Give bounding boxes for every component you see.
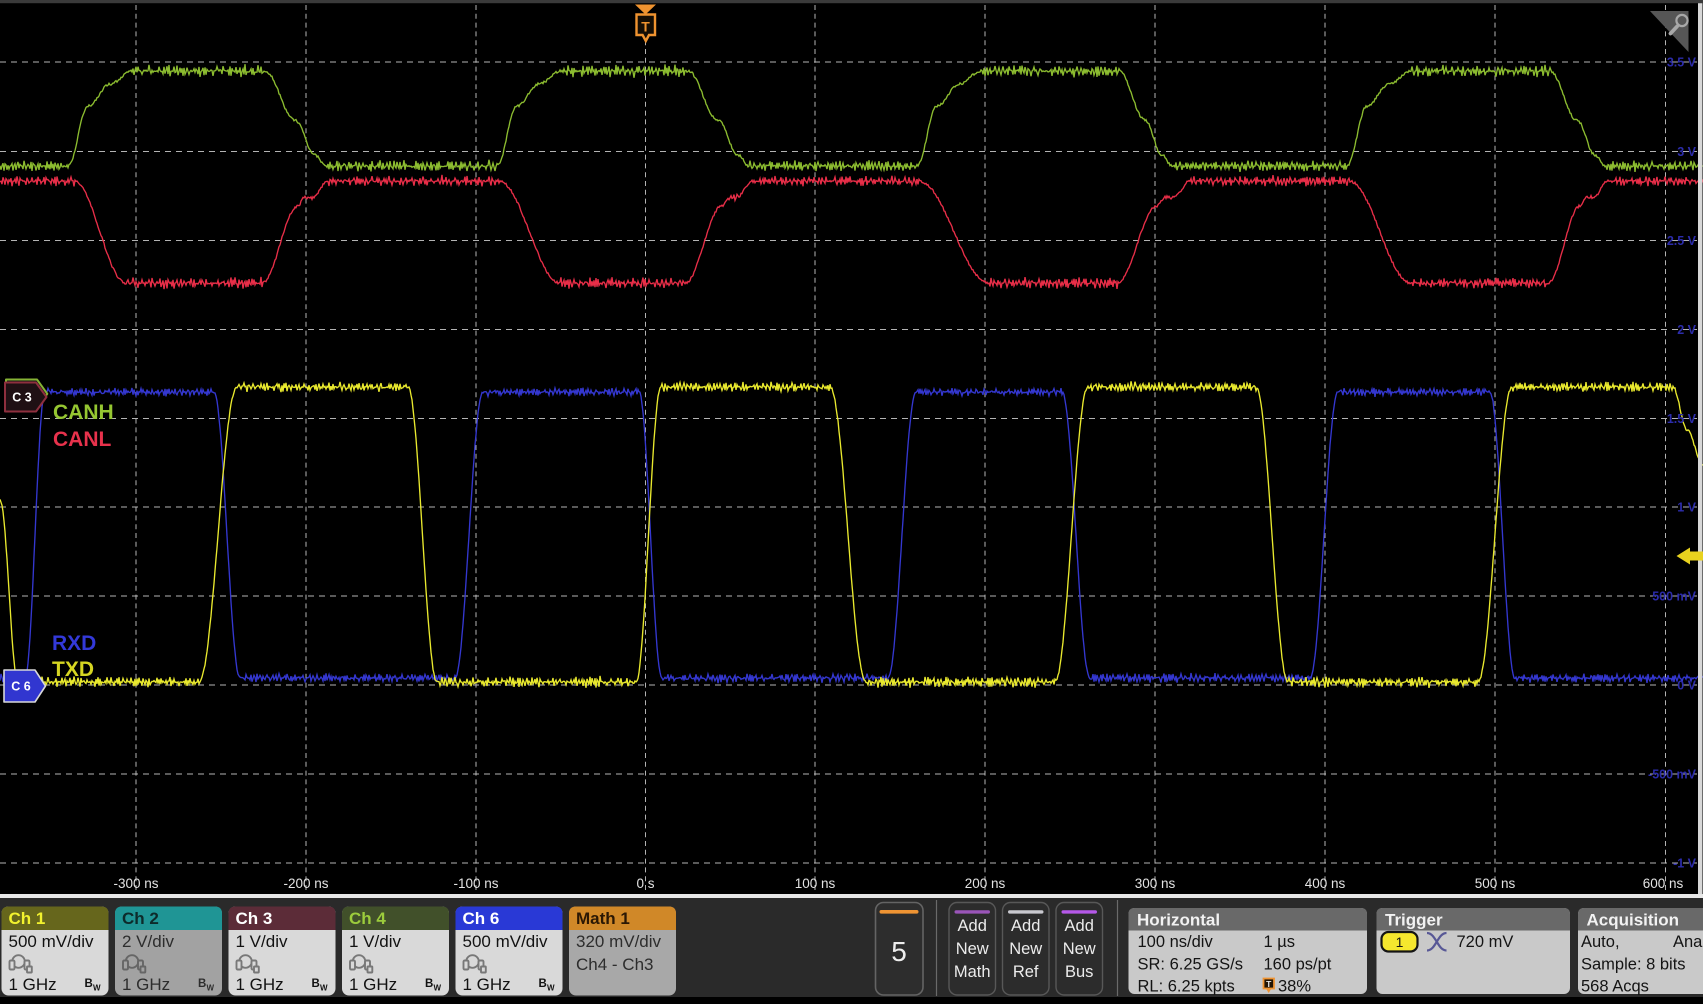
svg-text:600 ns: 600 ns <box>1643 876 1684 891</box>
svg-text:3 V: 3 V <box>1677 145 1696 159</box>
svg-text:Bus: Bus <box>1065 963 1093 981</box>
svg-text:-500 mV: -500 mV <box>1648 768 1697 782</box>
svg-text:Ch 2: Ch 2 <box>122 909 159 928</box>
svg-text:1.5 V: 1.5 V <box>1667 412 1697 426</box>
svg-text:TXD: TXD <box>52 658 94 681</box>
svg-text:1 V: 1 V <box>1677 501 1696 515</box>
svg-text:Ch 1: Ch 1 <box>9 909 46 928</box>
svg-text:Sample: 8 bits: Sample: 8 bits <box>1581 956 1686 974</box>
svg-text:T: T <box>641 19 650 35</box>
svg-text:RL: 6.25 kpts: RL: 6.25 kpts <box>1138 978 1235 996</box>
svg-text:W: W <box>547 984 555 993</box>
svg-text:500 mV: 500 mV <box>1652 590 1696 604</box>
svg-text:2 V/div: 2 V/div <box>122 932 174 951</box>
svg-text:B: B <box>312 978 320 990</box>
svg-text:W: W <box>93 984 101 993</box>
svg-text:100 ns/div: 100 ns/div <box>1138 933 1214 951</box>
svg-text:Ana: Ana <box>1673 933 1703 951</box>
svg-text:Add: Add <box>1011 917 1040 935</box>
svg-text:0 V: 0 V <box>1677 679 1696 693</box>
svg-text:320 mV/div: 320 mV/div <box>576 932 662 951</box>
svg-text:3.5 V: 3.5 V <box>1667 56 1697 70</box>
svg-text:W: W <box>207 984 215 993</box>
svg-text:2.5 V: 2.5 V <box>1667 234 1697 248</box>
svg-text:-100 ns: -100 ns <box>453 876 498 891</box>
svg-text:-300 ns: -300 ns <box>113 876 158 891</box>
svg-text:Trigger: Trigger <box>1385 911 1443 930</box>
svg-text:Ch 3: Ch 3 <box>236 909 273 928</box>
svg-text:W: W <box>320 984 328 993</box>
svg-text:Math 1: Math 1 <box>576 909 630 928</box>
svg-text:CANL: CANL <box>53 428 111 451</box>
svg-text:0 s: 0 s <box>636 876 654 891</box>
svg-text:B: B <box>539 978 547 990</box>
svg-text:New: New <box>956 940 989 958</box>
svg-text:Auto,: Auto, <box>1581 933 1620 951</box>
svg-text:1 GHz: 1 GHz <box>122 975 170 994</box>
svg-text:568 Acqs: 568 Acqs <box>1581 978 1649 996</box>
svg-text:1 V/div: 1 V/div <box>236 932 288 951</box>
svg-text:720 mV: 720 mV <box>1457 933 1514 951</box>
svg-text:Horizontal: Horizontal <box>1137 911 1220 930</box>
svg-text:Math: Math <box>954 963 991 981</box>
svg-text:500 mV/div: 500 mV/div <box>463 932 549 951</box>
svg-text:B: B <box>425 978 433 990</box>
svg-text:C 3: C 3 <box>12 391 32 405</box>
svg-text:Ref: Ref <box>1013 963 1039 981</box>
svg-text:B: B <box>198 978 206 990</box>
svg-text:200 ns: 200 ns <box>965 876 1006 891</box>
svg-text:300 ns: 300 ns <box>1135 876 1176 891</box>
svg-text:B: B <box>85 978 93 990</box>
svg-text:1 V/div: 1 V/div <box>349 932 401 951</box>
svg-text:Add: Add <box>1065 917 1094 935</box>
svg-text:W: W <box>434 984 442 993</box>
svg-text:1: 1 <box>1396 934 1404 950</box>
svg-text:Ch4 - Ch3: Ch4 - Ch3 <box>576 955 653 974</box>
svg-text:-1 V: -1 V <box>1673 857 1697 871</box>
svg-text:C 6: C 6 <box>11 680 31 694</box>
svg-text:38%: 38% <box>1278 978 1311 996</box>
svg-text:New: New <box>1063 940 1096 958</box>
svg-text:100 ns: 100 ns <box>795 876 836 891</box>
svg-text:1 GHz: 1 GHz <box>9 975 57 994</box>
svg-text:500 mV/div: 500 mV/div <box>9 932 95 951</box>
svg-text:1 GHz: 1 GHz <box>236 975 284 994</box>
svg-text:1 GHz: 1 GHz <box>463 975 511 994</box>
svg-text:Acquisition: Acquisition <box>1587 911 1680 930</box>
svg-text:-200 ns: -200 ns <box>283 876 328 891</box>
svg-text:500 ns: 500 ns <box>1475 876 1516 891</box>
svg-text:RXD: RXD <box>52 632 96 655</box>
svg-text:160 ps/pt: 160 ps/pt <box>1264 956 1332 974</box>
svg-text:Ch 6: Ch 6 <box>463 909 500 928</box>
svg-text:CANH: CANH <box>53 401 114 424</box>
svg-text:Add: Add <box>958 917 987 935</box>
svg-text:Ch 4: Ch 4 <box>349 909 386 928</box>
svg-text:T: T <box>1266 979 1272 989</box>
svg-text:2 V: 2 V <box>1677 323 1696 337</box>
svg-text:New: New <box>1009 940 1042 958</box>
svg-text:SR: 6.25 GS/s: SR: 6.25 GS/s <box>1138 956 1243 974</box>
svg-text:400 ns: 400 ns <box>1305 876 1346 891</box>
svg-text:1 GHz: 1 GHz <box>349 975 397 994</box>
svg-text:1 µs: 1 µs <box>1264 933 1296 951</box>
svg-text:5: 5 <box>891 936 907 967</box>
